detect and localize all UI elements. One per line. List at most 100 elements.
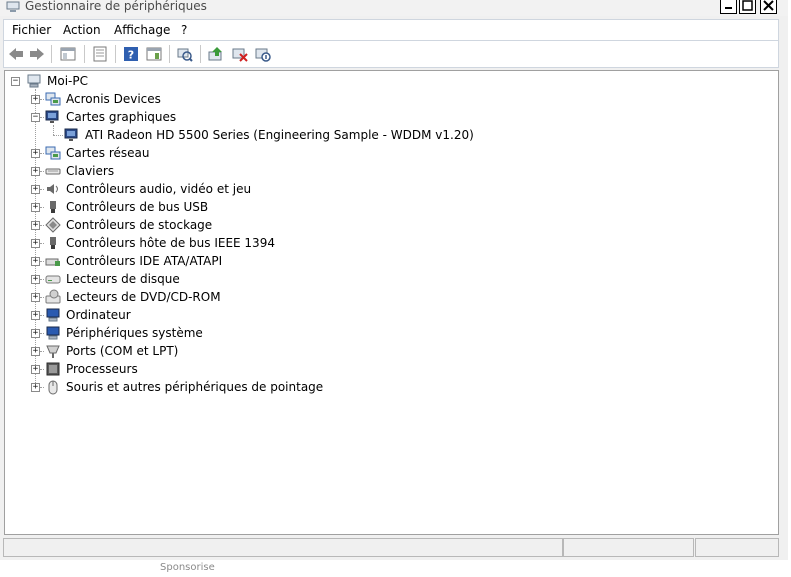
update-driver-button[interactable] bbox=[207, 45, 225, 63]
expand-toggle[interactable]: + bbox=[31, 347, 40, 356]
toolbar-separator bbox=[84, 45, 85, 63]
tree-category-label[interactable]: Ports (COM et LPT) bbox=[66, 343, 178, 359]
svg-text:?: ? bbox=[128, 49, 134, 62]
tree-category-label[interactable]: Cartes graphiques bbox=[66, 109, 176, 125]
action-pane-icon bbox=[146, 47, 162, 61]
status-bar bbox=[3, 538, 779, 558]
tree-connector bbox=[40, 225, 44, 227]
keyboard-icon bbox=[45, 168, 61, 175]
tree-device-label[interactable]: ATI Radeon HD 5500 Series (Engineering S… bbox=[85, 127, 474, 143]
expand-toggle[interactable]: + bbox=[31, 149, 40, 158]
tree-category-label[interactable]: Lecteurs de disque bbox=[66, 271, 180, 287]
action-pane-button[interactable] bbox=[145, 45, 163, 63]
tree-category-label[interactable]: Acronis Devices bbox=[66, 91, 161, 107]
expand-toggle[interactable]: + bbox=[31, 383, 40, 392]
tree-connector bbox=[40, 171, 44, 173]
forward-arrow-icon bbox=[30, 48, 44, 60]
status-cell-main bbox=[3, 538, 563, 557]
expand-toggle[interactable]: + bbox=[31, 365, 40, 374]
device-manager-icon bbox=[6, 1, 20, 12]
forward-button[interactable] bbox=[28, 45, 46, 63]
processor-icon bbox=[46, 362, 60, 376]
network-device-icon bbox=[45, 92, 61, 106]
maximize-button[interactable] bbox=[739, 0, 756, 14]
expand-toggle[interactable]: + bbox=[31, 203, 40, 212]
disable-device-button[interactable] bbox=[254, 45, 272, 63]
help-button[interactable]: ? bbox=[122, 45, 140, 63]
console-tree-button[interactable] bbox=[59, 45, 77, 63]
display-adapter-icon bbox=[45, 110, 59, 123]
tree-category-label[interactable]: Contrôleurs hôte de bus IEEE 1394 bbox=[66, 235, 275, 251]
back-arrow-icon bbox=[9, 48, 23, 60]
tree-category-label[interactable]: Périphériques système bbox=[66, 325, 203, 341]
expand-toggle[interactable]: + bbox=[31, 239, 40, 248]
minimize-icon bbox=[725, 7, 732, 9]
tree-category-label[interactable]: Claviers bbox=[66, 163, 114, 179]
expand-toggle[interactable]: + bbox=[31, 95, 40, 104]
tree-connector bbox=[40, 189, 44, 191]
menu-action[interactable]: Action bbox=[63, 23, 101, 37]
device-tree: − Moi-PC + Acronis Devices − Cartes graphiq… bbox=[4, 70, 779, 535]
tree-category-label[interactable]: Contrôleurs de stockage bbox=[66, 217, 212, 233]
tree-connector bbox=[40, 315, 44, 317]
tree-connector bbox=[40, 117, 44, 119]
update-driver-icon bbox=[208, 47, 222, 61]
toolbar-separator bbox=[51, 45, 52, 63]
expand-toggle[interactable]: − bbox=[31, 113, 40, 122]
tree-connector bbox=[53, 125, 55, 135]
menu-help[interactable]: ? bbox=[181, 23, 187, 37]
dvd-drive-icon bbox=[45, 289, 61, 304]
title-bar: Gestionnaire de périphériques bbox=[0, 0, 788, 16]
disable-device-icon bbox=[255, 48, 271, 62]
toolbar: ? bbox=[3, 41, 779, 68]
expand-toggle[interactable]: + bbox=[31, 275, 40, 284]
expand-toggle[interactable]: + bbox=[31, 293, 40, 302]
tree-category-label[interactable]: Contrôleurs IDE ATA/ATAPI bbox=[66, 253, 222, 269]
expand-toggle[interactable]: + bbox=[31, 311, 40, 320]
tree-category-label[interactable]: Souris et autres périphériques de pointa… bbox=[66, 379, 323, 395]
expand-toggle[interactable]: + bbox=[31, 329, 40, 338]
expand-toggle[interactable]: + bbox=[31, 185, 40, 194]
expand-toggle[interactable]: + bbox=[31, 221, 40, 230]
close-button[interactable] bbox=[760, 0, 777, 14]
back-button[interactable] bbox=[7, 45, 25, 63]
menu-bar: Fichier Action Affichage ? bbox=[3, 19, 779, 41]
toolbar-separator bbox=[200, 45, 201, 63]
tree-root-label[interactable]: Moi-PC bbox=[47, 73, 88, 89]
uninstall-icon bbox=[232, 48, 248, 62]
tree-connector bbox=[40, 279, 44, 281]
display-adapter-icon bbox=[64, 128, 78, 141]
menu-fichier[interactable]: Fichier bbox=[12, 23, 51, 37]
expand-toggle[interactable]: + bbox=[31, 257, 40, 266]
tree-category-label[interactable]: Lecteurs de DVD/CD-ROM bbox=[66, 289, 221, 305]
menu-affichage[interactable]: Affichage bbox=[114, 23, 170, 37]
network-adapter-icon bbox=[45, 146, 61, 160]
storage-controller-icon bbox=[45, 217, 61, 233]
properties-button[interactable] bbox=[91, 45, 109, 63]
tree-connector bbox=[53, 135, 63, 137]
tree-connector bbox=[40, 261, 44, 263]
tree-connector bbox=[40, 351, 44, 353]
expand-toggle[interactable]: + bbox=[31, 167, 40, 176]
minimize-button[interactable] bbox=[720, 0, 737, 14]
firewire-icon bbox=[50, 237, 56, 249]
tree-category-label[interactable]: Contrôleurs audio, vidéo et jeu bbox=[66, 181, 251, 197]
root-collapse-toggle[interactable]: − bbox=[11, 77, 20, 86]
tree-category-label[interactable]: Ordinateur bbox=[66, 307, 131, 323]
toolbar-separator bbox=[115, 45, 116, 63]
scan-hardware-button[interactable] bbox=[176, 45, 194, 63]
uninstall-button[interactable] bbox=[231, 45, 249, 63]
tree-connector bbox=[40, 153, 44, 155]
mouse-icon bbox=[48, 380, 58, 395]
usb-icon bbox=[50, 201, 56, 213]
maximize-icon bbox=[742, 0, 753, 11]
tree-category-label[interactable]: Processeurs bbox=[66, 361, 138, 377]
tree-category-label[interactable]: Contrôleurs de bus USB bbox=[66, 199, 208, 215]
close-icon bbox=[763, 0, 774, 11]
tree-connector bbox=[40, 387, 44, 389]
tree-category-label[interactable]: Cartes réseau bbox=[66, 145, 149, 161]
tree-connector bbox=[40, 369, 44, 371]
disk-drive-icon bbox=[45, 275, 61, 284]
footer-text: Sponsorise bbox=[160, 562, 215, 573]
scan-hardware-icon bbox=[177, 48, 193, 62]
